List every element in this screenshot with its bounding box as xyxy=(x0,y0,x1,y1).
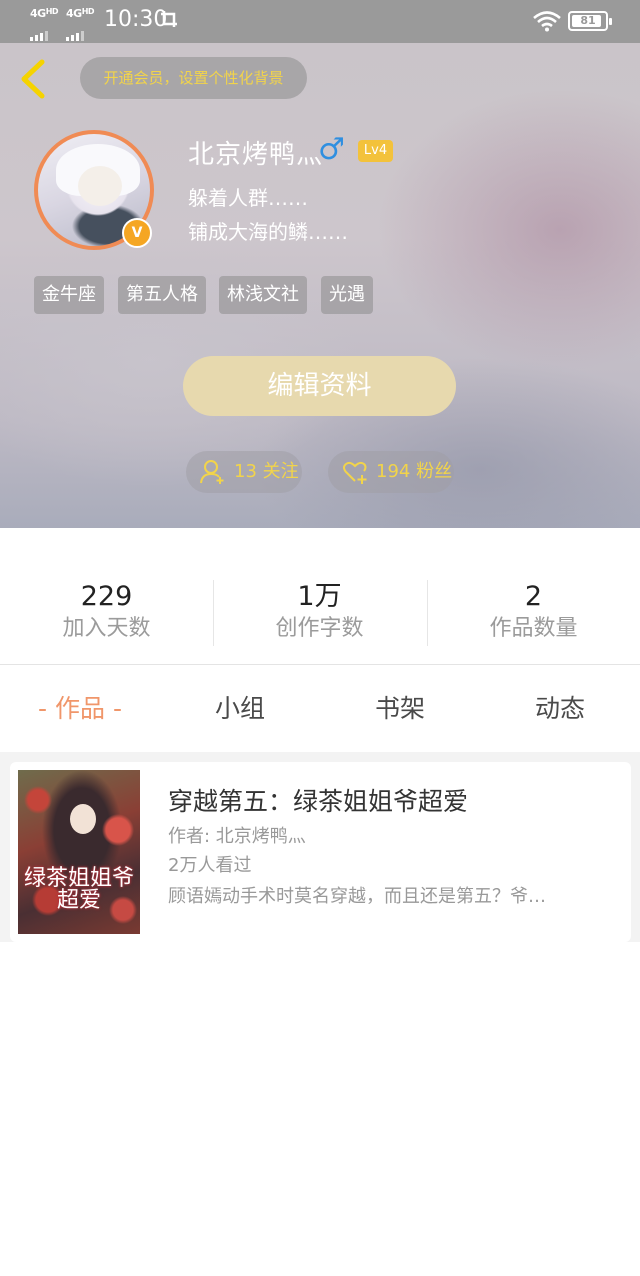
tag-item[interactable]: 光遇 xyxy=(321,276,373,314)
signal-bars-1-icon xyxy=(30,22,50,41)
stat-value: 1万 xyxy=(297,581,342,612)
tag-item[interactable]: 林浅文社 xyxy=(219,276,307,314)
battery-percent: 81 xyxy=(580,14,596,27)
profile-tabs: - 作品 - 小组 书架 动态 xyxy=(0,666,640,752)
following-count: 13 关注 xyxy=(234,461,299,482)
tab-bookshelf[interactable]: 书架 xyxy=(320,666,480,752)
network-indicator-1: 4GHD xyxy=(30,7,59,20)
edit-profile-button[interactable]: 编辑资料 xyxy=(183,356,456,416)
tag-item[interactable]: 金牛座 xyxy=(34,276,104,314)
book-cover: 绿茶姐姐爷超爱 xyxy=(18,770,140,934)
stat-value: 2 xyxy=(524,581,543,612)
bio-line-1: 躲着人群…… xyxy=(188,186,308,210)
stat-label: 创作字数 xyxy=(275,616,364,641)
work-title: 穿越第五：绿茶姐姐爷超爱 xyxy=(168,787,469,816)
back-button[interactable] xyxy=(14,56,58,102)
stat-label: 作品数量 xyxy=(489,616,578,641)
person-add-icon xyxy=(200,460,224,484)
chevron-left-icon xyxy=(21,59,45,99)
vip-background-banner[interactable]: 开通会员，设置个性化背景 xyxy=(80,57,307,99)
followers-button[interactable]: 194 粉丝 xyxy=(328,451,454,493)
network-indicator-2: 4GHD xyxy=(66,7,95,20)
tab-works[interactable]: - 作品 - xyxy=(0,666,160,752)
tag-item[interactable]: 第五人格 xyxy=(118,276,206,314)
cover-title: 绿茶姐姐爷超爱 xyxy=(24,866,135,913)
tab-activity[interactable]: 动态 xyxy=(480,666,640,752)
status-bar: 4GHD 4GHD 10:30 81 xyxy=(0,0,640,43)
level-badge: Lv4 xyxy=(358,140,393,162)
followers-count: 194 粉丝 xyxy=(376,461,453,482)
clock: 10:30 xyxy=(104,7,168,32)
profile-header: 4GHD 4GHD 10:30 81 开通会员，设置个性化背景 V 北京烤鸭灬 … xyxy=(0,0,640,528)
stat-join-days: 229 加入天数 xyxy=(0,580,213,644)
following-button[interactable]: 13 关注 xyxy=(186,451,302,493)
stat-works-count: 2 作品数量 xyxy=(427,580,640,644)
work-card[interactable]: 绿茶姐姐爷超爱 穿越第五：绿茶姐姐爷超爱 作者: 北京烤鸭灬 2万人看过 顾语嫣… xyxy=(10,762,631,942)
avatar[interactable]: V xyxy=(34,130,154,250)
male-gender-icon: ♂ xyxy=(318,132,345,167)
profile-stats: 229 加入天数 1万 创作字数 2 作品数量 xyxy=(0,528,640,665)
battery-icon: 81 xyxy=(568,11,612,31)
screenshot-icon xyxy=(160,10,178,33)
heart-add-icon xyxy=(343,461,367,484)
tab-groups[interactable]: 小组 xyxy=(160,666,320,752)
stat-word-count: 1万 创作字数 xyxy=(213,580,426,644)
stat-label: 加入天数 xyxy=(62,616,151,641)
work-views: 2万人看过 xyxy=(168,855,252,876)
username: 北京烤鸭灬 xyxy=(188,140,324,170)
wifi-icon xyxy=(532,10,562,32)
verified-badge-icon: V xyxy=(122,218,152,248)
work-author: 作者: 北京烤鸭灬 xyxy=(168,826,306,847)
bio-line-2: 铺成大海的鳞…… xyxy=(188,220,348,244)
stat-value: 229 xyxy=(80,581,133,612)
work-description: 顾语嫣动手术时莫名穿越，而且还是第五？爷… xyxy=(168,886,546,907)
signal-bars-2-icon xyxy=(66,22,86,41)
